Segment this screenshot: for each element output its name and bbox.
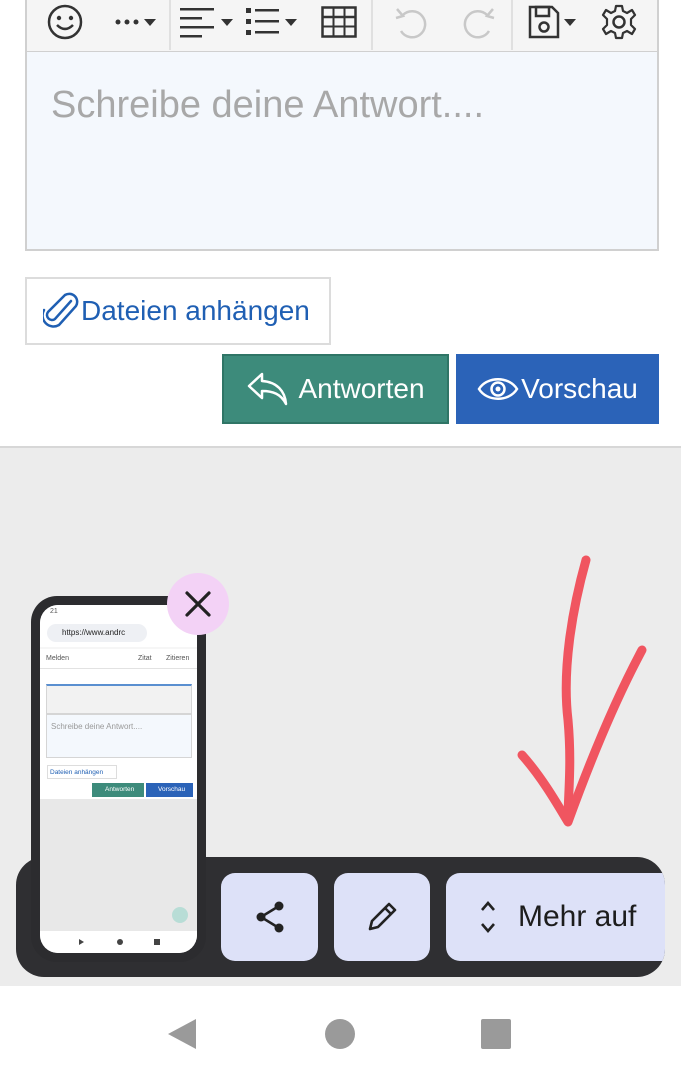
save-icon[interactable] [523,0,581,44]
close-thumbnail-button[interactable] [167,573,229,635]
capture-more-label: Mehr auf [518,900,637,933]
more-options-icon[interactable] [107,0,163,44]
thumb-preview: Vorschau [146,783,193,797]
chevron-down-icon [221,18,233,26]
reply-label: Antworten [298,373,425,404]
redo-icon[interactable] [457,0,501,44]
preview-button[interactable]: Vorschau [456,354,659,424]
thumb-reply: Antworten [92,783,144,797]
screenshot-thumbnail[interactable]: 21 https://www.andrc Melden Zitat Zitier… [31,596,206,962]
toolbar-divider [371,0,373,50]
capture-more-button[interactable]: Mehr auf [446,873,665,961]
attach-files-button[interactable]: Dateien anhängen [25,277,331,345]
thumb-attach: Dateien anhängen [47,765,117,779]
settings-gear-icon[interactable] [597,0,641,44]
close-icon [185,591,211,617]
chevron-down-icon [285,18,297,26]
eye-icon [477,378,519,400]
drawn-arrow-annotation [517,555,647,827]
reply-button[interactable]: Antworten [222,354,449,424]
home-icon[interactable] [323,1017,357,1051]
edit-button[interactable] [334,873,430,961]
attach-files-label: Dateien anhängen [81,295,310,326]
toolbar-divider [169,0,171,50]
align-icon[interactable] [177,0,235,44]
share-icon [256,901,283,933]
emoji-icon[interactable] [41,0,89,44]
thumb-melden: Melden [46,655,69,662]
thumb-zitieren: Zitieren [166,655,190,662]
editor-toolbar [25,0,659,52]
thumb-zitat: Zitat [138,655,152,662]
recents-icon[interactable] [480,1019,512,1049]
list-icon[interactable] [243,0,299,44]
reply-arrow-icon [248,372,288,406]
thumb-placeholder: Schreibe deine Antwort.... [51,722,143,731]
pencil-icon [368,902,397,931]
thumbnail-screen: 21 https://www.andrc Melden Zitat Zitier… [40,605,197,953]
editor-placeholder: Schreibe deine Antwort.... [51,84,485,126]
thumb-time: 21 [50,608,58,615]
expand-vertical-icon [481,901,495,933]
reply-editor[interactable]: Schreibe deine Antwort.... [25,52,659,251]
undo-icon[interactable] [389,0,433,44]
thumb-url: https://www.andrc [62,628,126,637]
chevron-down-icon [564,18,576,26]
paperclip-icon [43,292,79,328]
chevron-down-icon [144,18,156,26]
toolbar-divider [511,0,513,50]
preview-label: Vorschau [521,373,638,404]
share-button[interactable] [221,873,318,961]
back-icon[interactable] [166,1017,198,1051]
system-navigation-bar [0,986,681,1080]
table-icon[interactable] [315,0,363,44]
